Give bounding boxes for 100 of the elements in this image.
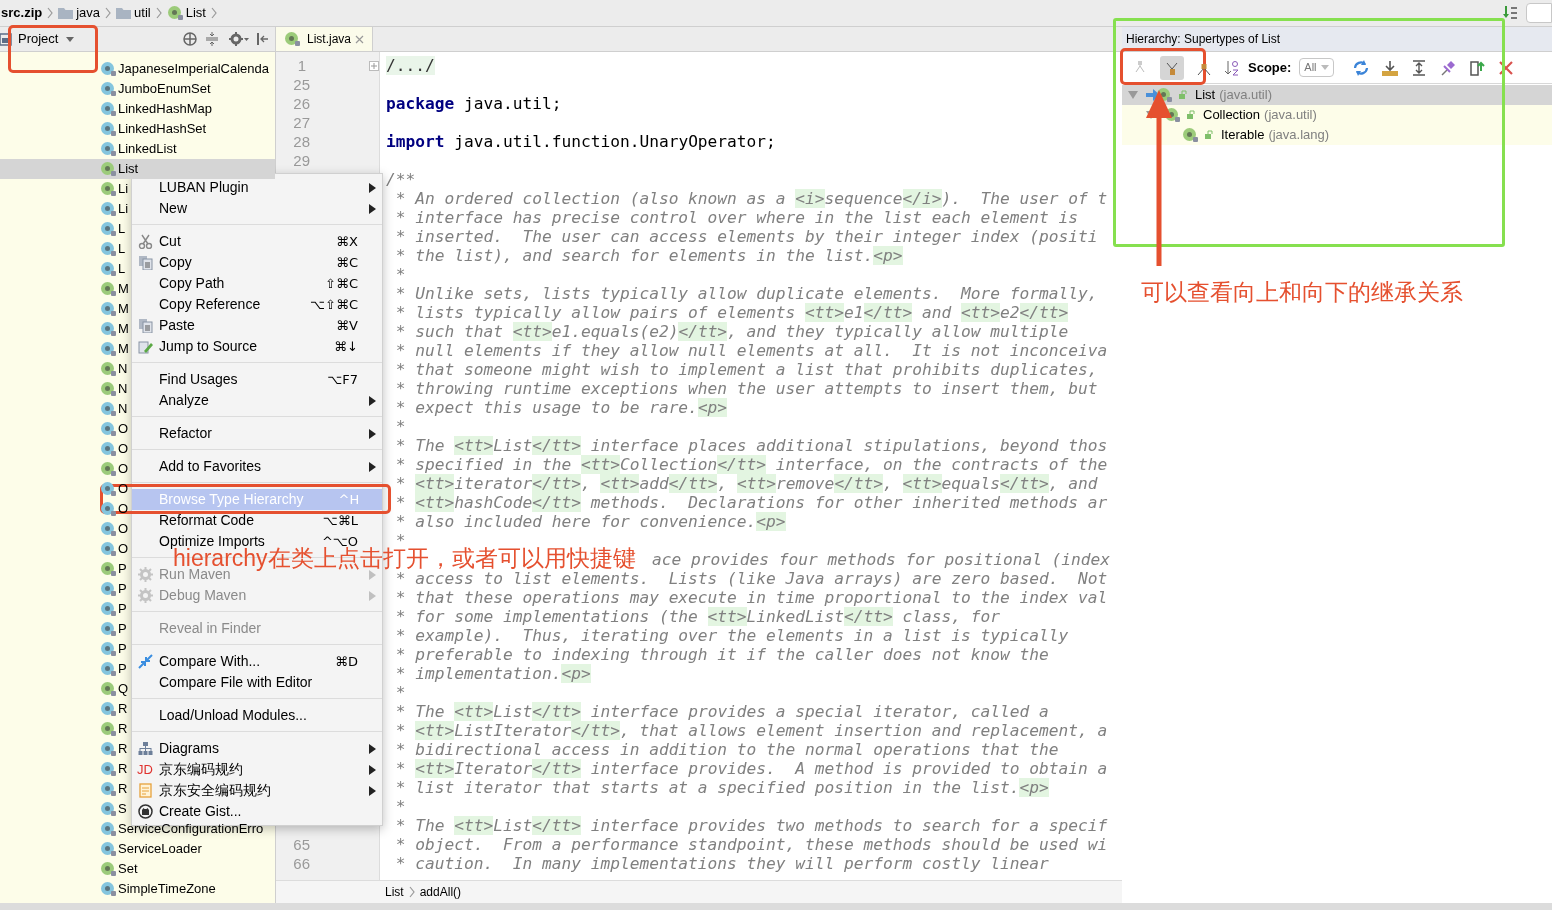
hide-icon[interactable] <box>257 32 269 46</box>
menu-item[interactable]: LUBAN Plugin <box>132 177 382 198</box>
menu-item[interactable]: JD 京东编码规约 <box>132 759 382 780</box>
tree-item[interactable]: M <box>100 319 129 339</box>
tree-item[interactable]: Set <box>100 859 138 879</box>
menu-item[interactable]: Diagrams <box>132 738 382 759</box>
unlock-icon <box>1186 110 1196 120</box>
class-icon <box>100 621 117 637</box>
tree-item[interactable]: Q <box>100 679 129 699</box>
close-icon[interactable] <box>1496 58 1515 77</box>
tree-item[interactable]: P <box>100 599 127 619</box>
tree-item[interactable]: JumboEnumSet <box>100 79 211 99</box>
tree-item[interactable]: P <box>100 619 127 639</box>
chevron-icon <box>46 6 55 20</box>
tree-item[interactable]: LinkedList <box>100 139 177 159</box>
breadcrumb-item[interactable]: util <box>134 3 151 23</box>
menu-item[interactable]: Add to Favorites <box>132 456 382 477</box>
code-line: * list iterator that starts at a specified position in the list.<p> <box>394 778 1050 797</box>
class-icon <box>100 201 117 217</box>
tree-item[interactable]: L <box>100 239 126 259</box>
tree-item[interactable]: R <box>100 739 128 759</box>
editor-tab[interactable]: List.java <box>276 27 374 51</box>
menu-item[interactable]: Copy Reference ⌥⇧⌘C <box>132 294 382 315</box>
breadcrumb-item[interactable]: List <box>185 3 206 23</box>
tree-item[interactable]: R <box>100 759 128 779</box>
tree-item[interactable]: P <box>100 559 127 579</box>
code-line: * implementation.<p> <box>394 664 592 683</box>
download-icon[interactable] <box>1380 58 1399 77</box>
folded-code[interactable]: /.../ <box>386 56 435 75</box>
menu-item[interactable]: Analyze <box>132 390 382 411</box>
tree-item[interactable]: N <box>100 379 128 399</box>
menu-item[interactable]: Jump to Source ⌘↓ <box>132 336 382 357</box>
export-icon[interactable] <box>1467 58 1486 77</box>
code-line: * such that <tt>e1.equals(e2)</tt>, and they typically allow multiple <box>394 322 1070 341</box>
menu-item[interactable]: Load/Unload Modules... <box>132 705 382 726</box>
menu-item[interactable]: Cut ⌘X <box>132 231 382 252</box>
tree-item[interactable]: P <box>100 639 127 659</box>
input-field[interactable] <box>1526 3 1552 23</box>
menu-item[interactable]: Create Gist... <box>132 801 382 822</box>
breadcrumb-item[interactable]: addAll() <box>419 883 462 901</box>
breadcrumb-item[interactable]: java <box>76 3 101 23</box>
tree-item[interactable]: Li <box>100 179 129 199</box>
tree-item[interactable]: List <box>100 159 139 179</box>
breadcrumb-item[interactable]: List <box>385 883 404 901</box>
tree-item[interactable]: M <box>100 339 129 359</box>
project-dropdown[interactable]: Project <box>18 29 75 49</box>
code-line: * specified in the <tt>Collection</tt> interface, on the contracts of the <box>394 455 1109 474</box>
view-toggle-button[interactable] <box>1160 55 1184 80</box>
collapse-icon[interactable] <box>205 32 219 46</box>
tree-item[interactable]: L <box>100 259 126 279</box>
tree-item[interactable]: N <box>100 359 128 379</box>
tree-item[interactable]: P <box>100 659 127 679</box>
tree-item[interactable]: N <box>100 399 128 419</box>
tree-item[interactable]: SimpleTimeZone <box>100 879 216 899</box>
tree-item[interactable]: S <box>100 799 127 819</box>
tree-item[interactable]: R <box>100 779 128 799</box>
tree-item[interactable]: Li <box>100 199 129 219</box>
tree-item[interactable]: O <box>100 439 129 459</box>
tree-item[interactable]: M <box>100 279 129 299</box>
tree-item[interactable]: L <box>100 219 126 239</box>
unlock-icon <box>1204 130 1214 140</box>
menu-item[interactable]: 京东安全编码规约 <box>132 780 382 801</box>
menu-item[interactable]: Find Usages ⌥F7 <box>132 369 382 390</box>
fold-marker-icon[interactable] <box>369 60 379 71</box>
tree-item[interactable]: JapaneseImperialCalenda <box>100 59 270 79</box>
menu-item[interactable]: Compare File with Editor <box>132 672 382 693</box>
tree-item[interactable]: ServiceLoader <box>100 839 202 859</box>
menu-item[interactable]: Refactor <box>132 423 382 444</box>
scope-dropdown[interactable]: All <box>1299 58 1334 77</box>
close-icon[interactable] <box>355 34 365 44</box>
tree-item[interactable]: LinkedHashSet <box>100 119 207 139</box>
menu-item[interactable]: Compare With... ⌘D <box>132 651 382 672</box>
menu-item[interactable]: Copy ⌘C <box>132 252 382 273</box>
breadcrumb-item[interactable]: src.zip <box>1 3 43 23</box>
tree-item[interactable]: P <box>100 579 127 599</box>
menu-item[interactable]: Paste ⌘V <box>132 315 382 336</box>
interface-icon <box>100 561 117 577</box>
menu-item[interactable]: Copy Path ⇧⌘C <box>132 273 382 294</box>
tree-item[interactable]: Iterable (java.lang) <box>1122 125 1552 145</box>
tree-item[interactable]: ServiceConfigurationErro <box>100 819 264 839</box>
sort-icon[interactable] <box>1224 59 1240 76</box>
chevron-icon <box>104 6 113 20</box>
tree-item[interactable]: R <box>100 719 128 739</box>
class-icon <box>100 501 117 517</box>
refresh-icon[interactable] <box>1351 58 1370 77</box>
locate-icon[interactable] <box>183 32 197 46</box>
tree-item[interactable]: O <box>100 539 129 559</box>
tree-item[interactable]: O <box>100 459 129 479</box>
tree-item[interactable]: O <box>100 519 129 539</box>
tree-item[interactable]: LinkedHashMap <box>100 99 212 119</box>
tree-item[interactable]: Collection (java.util) <box>1122 105 1552 125</box>
class-icon <box>100 301 117 317</box>
tree-item[interactable]: M <box>100 299 129 319</box>
settings-icon[interactable] <box>229 32 249 46</box>
menu-item[interactable]: Reformat Code ⌥⌘L <box>132 510 382 531</box>
tree-item[interactable]: List (java.util) <box>1122 85 1552 105</box>
tree-item[interactable]: R <box>100 699 128 719</box>
tree-item[interactable]: O <box>100 419 129 439</box>
package-name: (java.util) <box>1219 86 1272 104</box>
menu-item[interactable]: New <box>132 198 382 219</box>
